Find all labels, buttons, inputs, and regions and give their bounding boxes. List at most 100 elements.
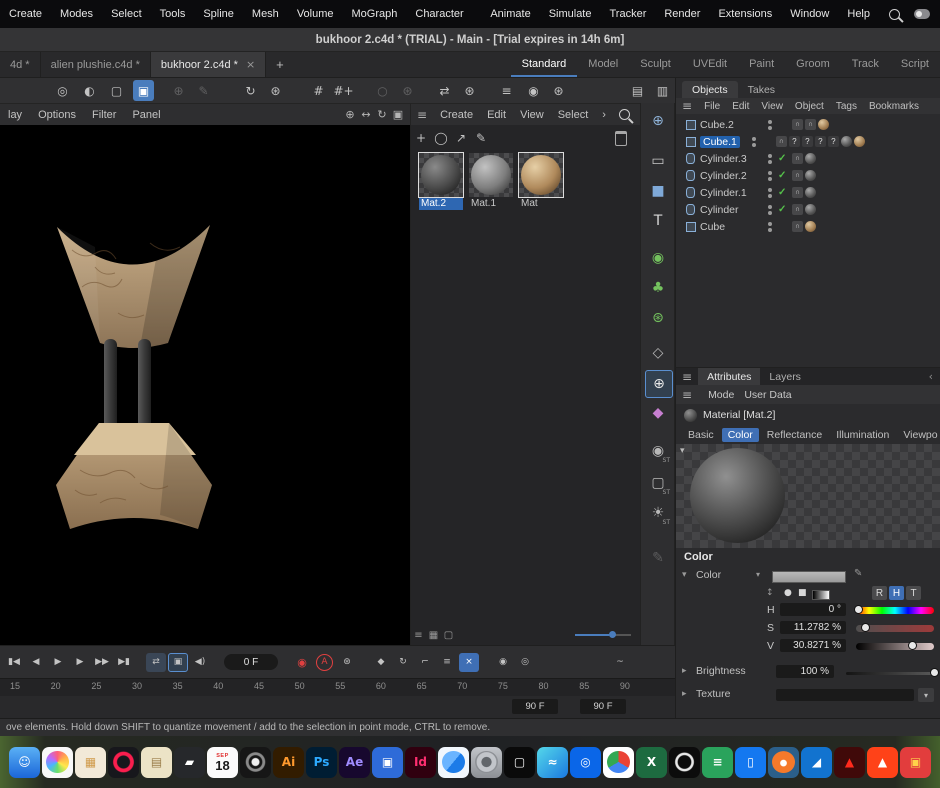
poly-pen-icon[interactable]: ▣ [133, 80, 154, 101]
texture-dropdown-icon[interactable]: ▾ [918, 688, 934, 702]
menu-item-modes[interactable]: Modes [51, 8, 102, 20]
visibility-dots-icon[interactable] [764, 170, 778, 182]
question-tag-icon[interactable]: ? [802, 136, 813, 147]
question-tag-icon[interactable]: ? [789, 136, 800, 147]
menu-item-character[interactable]: Character [406, 8, 472, 20]
enabled-check-icon[interactable]: ✓ [778, 187, 792, 198]
channel-slider-hue[interactable] [856, 607, 934, 614]
move-tool-icon[interactable]: ⊕ [645, 370, 673, 398]
phong-tag-icon[interactable]: ∩ [792, 153, 803, 164]
square-mode-icon[interactable]: ■ [798, 588, 807, 598]
object-row-cylinder-1[interactable]: Cylinder.1✓∩ [676, 184, 940, 201]
close-tab-icon[interactable]: × [246, 58, 255, 71]
doc-tab-alien-plushie-c4d[interactable]: alien plushie.c4d * [41, 52, 151, 77]
timeline-ruler[interactable]: 15202530354045505560657075808590 [0, 678, 675, 696]
texture-tag-tan-icon[interactable] [805, 221, 816, 232]
dock-finder[interactable]: ☺ [9, 747, 40, 778]
key-rotation-icon[interactable]: ↻ [393, 653, 413, 672]
sim-settings-icon[interactable]: ⊛ [645, 305, 671, 331]
object-menu-icon[interactable]: ≡ [676, 99, 698, 113]
enabled-check-icon[interactable]: ✓ [778, 170, 792, 181]
layout-tab-paint[interactable]: Paint [738, 52, 785, 77]
dock-phone-mirroring[interactable]: ▯ [735, 747, 766, 778]
phong-tag-icon[interactable]: ∩ [792, 119, 803, 130]
loop-mode-icon[interactable]: ▣ [168, 653, 188, 672]
material-item-mat-1[interactable]: Mat.1 [469, 153, 513, 210]
rotate-icon[interactable]: ↻ [374, 107, 390, 123]
dock-screen-record[interactable] [240, 747, 271, 778]
dock-brave[interactable]: ▲ [867, 747, 898, 778]
object-menu-edit[interactable]: Edit [726, 101, 755, 112]
viewport-menu-lay[interactable]: lay [0, 109, 30, 121]
dock-calendar[interactable]: SEP18 [207, 747, 238, 778]
axis-settings-icon[interactable]: ⊛ [459, 80, 480, 101]
slider-knob[interactable] [861, 623, 870, 632]
temp-mode-button[interactable]: T [906, 586, 921, 600]
texture-tag-tan-icon[interactable] [818, 119, 829, 130]
slider-knob[interactable] [854, 605, 863, 614]
tweak-settings-icon[interactable]: ⊛ [265, 80, 286, 101]
visibility-dots-icon[interactable] [764, 187, 778, 199]
brightness-slider[interactable] [846, 672, 936, 675]
material-menu-select[interactable]: Select [551, 109, 596, 121]
light-st-tool-icon[interactable]: ☀ST [645, 500, 671, 526]
texture-tag-icon[interactable] [841, 136, 852, 147]
cycle-mode-icon[interactable]: ⇄ [146, 653, 166, 672]
section-tab-color[interactable]: Color [722, 428, 759, 442]
save-a-icon[interactable]: ▤ [627, 80, 648, 101]
object-row-cube-2[interactable]: Cube.2∩∩ [676, 116, 940, 133]
solo-hierarchy-icon[interactable]: ◎ [515, 653, 535, 672]
question-tag-icon[interactable]: ? [815, 136, 826, 147]
mode-menu[interactable]: Mode [708, 389, 734, 401]
phong-tag-icon[interactable]: ∩ [805, 119, 816, 130]
texture-tag-icon[interactable] [805, 153, 816, 164]
texture-tag-icon[interactable] [805, 187, 816, 198]
mode-menu-icon[interactable]: ≡ [676, 388, 698, 402]
save-b-icon[interactable]: ▥ [652, 80, 673, 101]
current-frame-field[interactable]: 0 F [224, 654, 278, 670]
snap-menu-icon[interactable]: ≡ [496, 80, 517, 101]
hsv-mode-button[interactable]: H [889, 586, 904, 600]
layout-tab-track[interactable]: Track [841, 52, 890, 77]
channel-value-field[interactable]: 0 ° [780, 603, 846, 616]
menu-item-simulate[interactable]: Simulate [540, 8, 601, 20]
visibility-dots-icon[interactable] [764, 221, 778, 233]
frame-icon[interactable]: ▣ [390, 107, 406, 123]
section-tab-reflectance[interactable]: Reflectance [761, 428, 828, 442]
new-tab-button[interactable]: + [266, 52, 294, 77]
menu-item-extensions[interactable]: Extensions [709, 8, 781, 20]
next-frame-icon[interactable]: ▶ [70, 653, 90, 672]
deformer-tool-icon[interactable]: ◆ [645, 400, 671, 426]
question-tag-icon[interactable]: ? [828, 136, 839, 147]
layout-tab-model[interactable]: Model [577, 52, 629, 77]
doc-tab-bukhoor-2-c4d[interactable]: bukhoor 2.c4d *× [151, 52, 266, 77]
circle-dim-icon[interactable]: ○ [372, 80, 393, 101]
object-row-cylinder[interactable]: Cylinder✓∩ [676, 201, 940, 218]
tweak-icon[interactable]: ↻ [240, 80, 261, 101]
object-menu-object[interactable]: Object [789, 101, 830, 112]
open-material-icon[interactable]: ↗ [451, 128, 471, 148]
object-menu-tags[interactable]: Tags [830, 101, 863, 112]
material-menu-create[interactable]: Create [433, 109, 480, 121]
list-view-icon[interactable]: ≡ [411, 628, 426, 642]
dock-dark-ring-app[interactable] [669, 747, 700, 778]
text-tool-icon[interactable]: T [645, 208, 671, 234]
object-row-cylinder-3[interactable]: Cylinder.3✓∩ [676, 150, 940, 167]
material-thumb[interactable] [519, 153, 563, 197]
menu-item-create[interactable]: Create [0, 8, 51, 20]
selection-lasso-icon[interactable]: ◐ [79, 80, 100, 101]
material-search-icon[interactable] [619, 109, 630, 120]
menu-item-window[interactable]: Window [781, 8, 838, 20]
globe-st-tool-icon[interactable]: ◉ST [645, 438, 671, 464]
menu-item-animate[interactable]: Animate [481, 8, 539, 20]
sound-toggle-icon[interactable]: ◀) [190, 653, 210, 672]
phong-tag-icon[interactable]: ∩ [792, 170, 803, 181]
material-sphere-icon[interactable]: ◯ [431, 128, 451, 148]
sim-capsule-icon[interactable]: ◉ [645, 245, 671, 271]
annotate-pencil-icon[interactable]: ✎ [645, 545, 671, 571]
grid-icon[interactable]: # [308, 80, 329, 101]
spotlight-search-icon[interactable] [889, 9, 900, 20]
layout-tab-standard[interactable]: Standard [511, 52, 578, 77]
spin-arrows-icon[interactable]: ↕ [766, 588, 774, 598]
camera-st-tool-icon[interactable]: ▢ST [645, 470, 671, 496]
